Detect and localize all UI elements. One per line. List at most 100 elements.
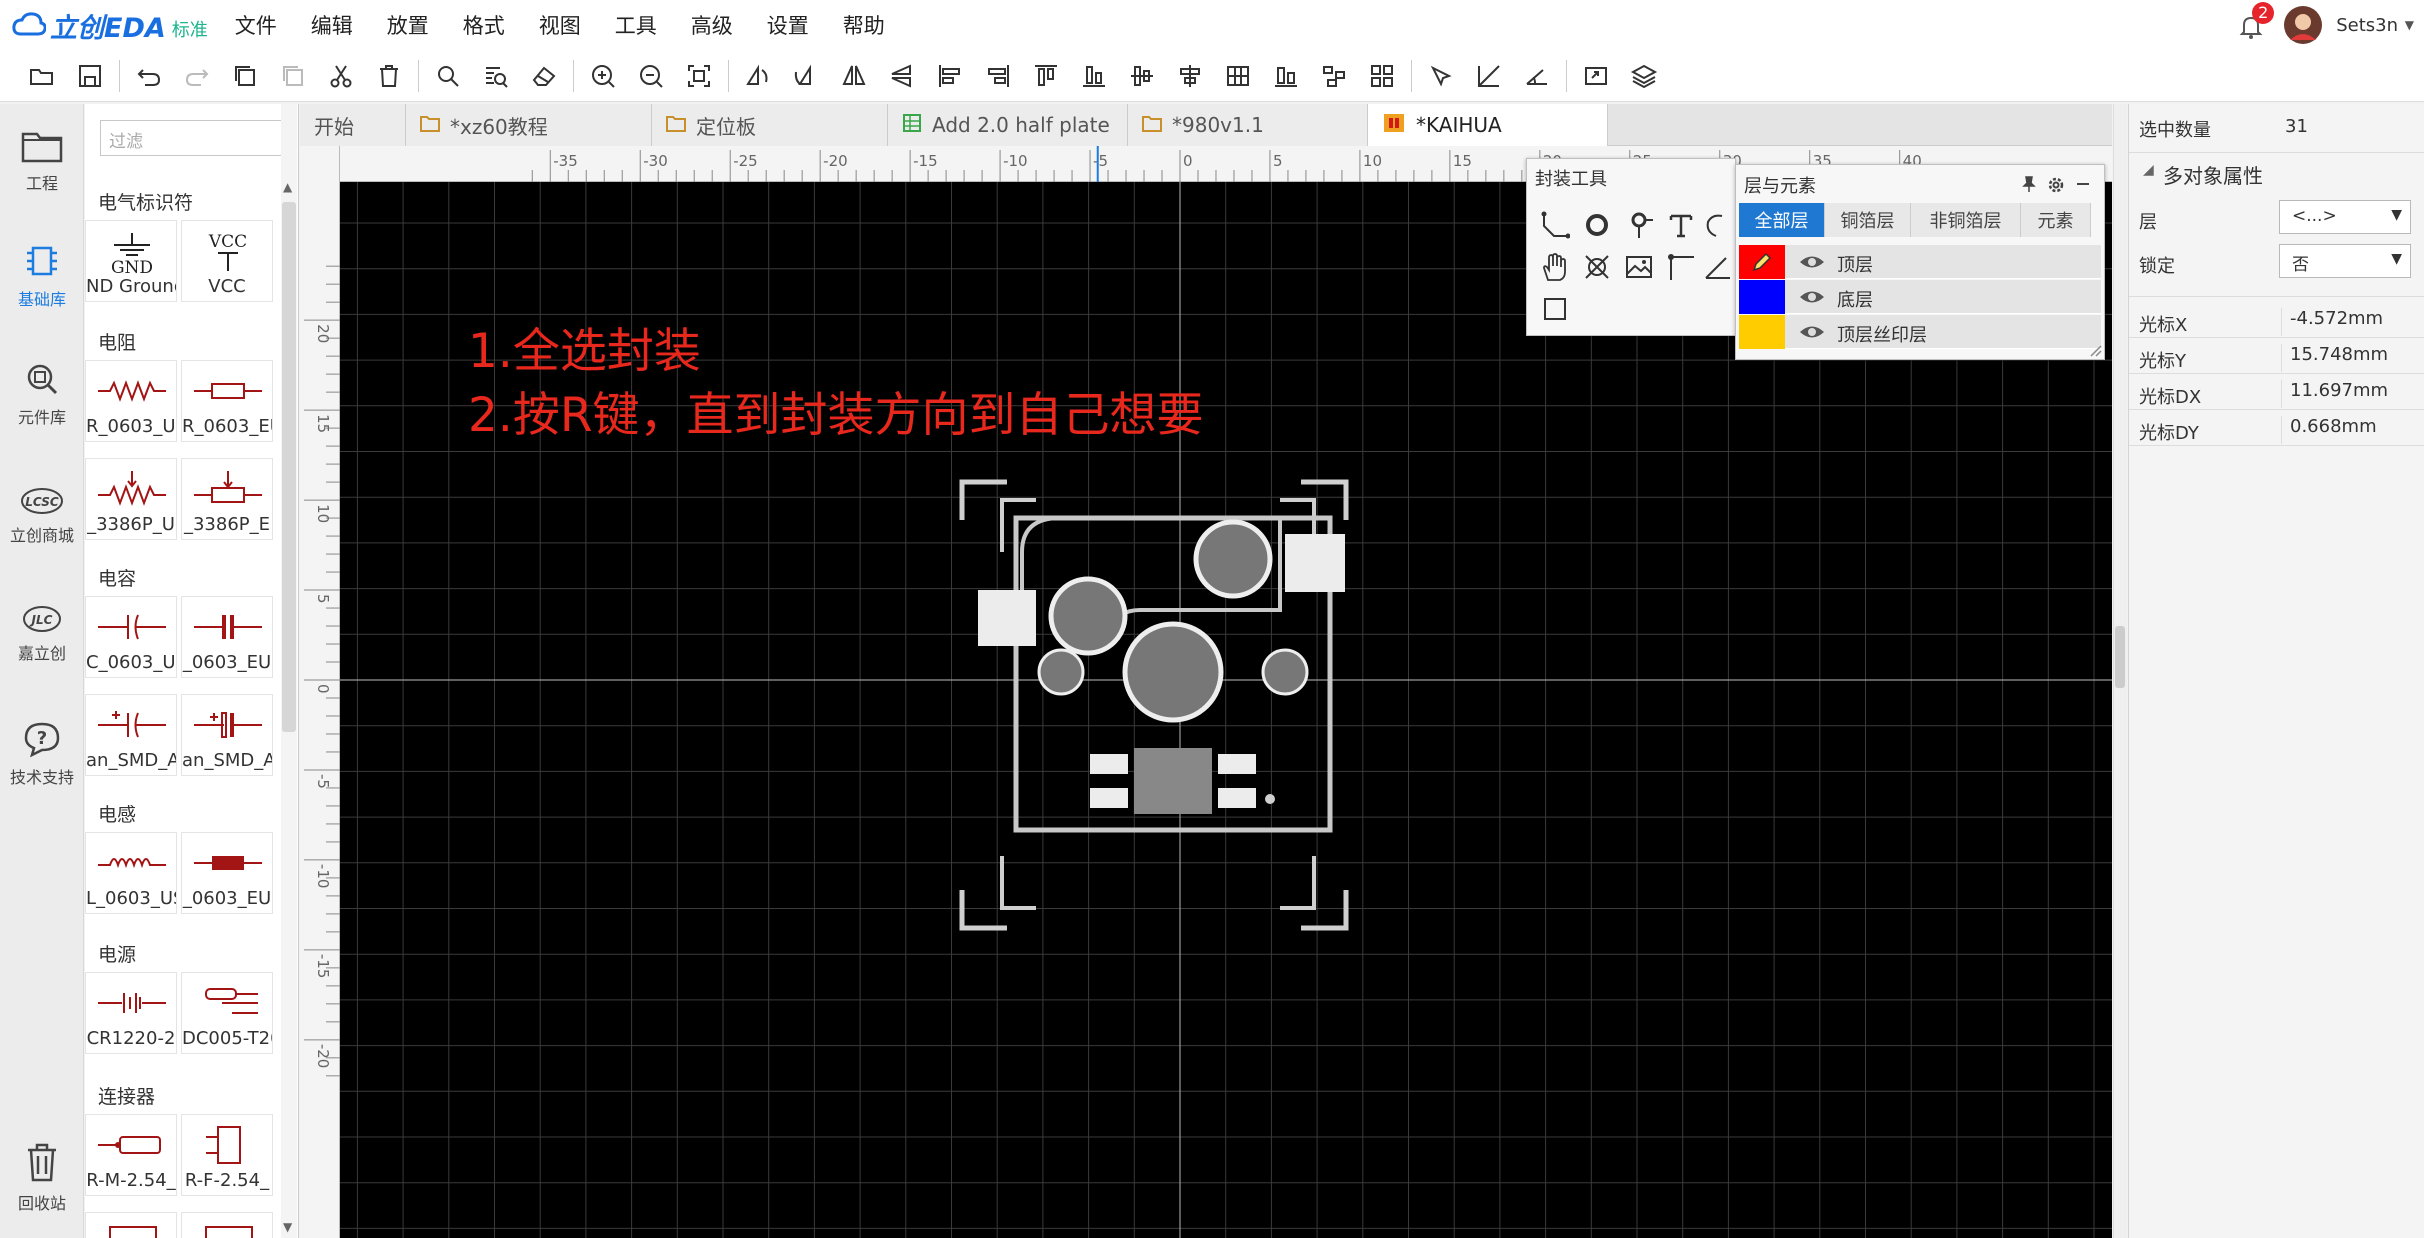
symbol-pot-eu[interactable]: _3386P_E	[181, 458, 273, 540]
nav-basic-library[interactable]: 基础库	[0, 242, 84, 310]
align-center-h-button[interactable]	[1166, 54, 1214, 98]
notification-button[interactable]: 2	[2228, 0, 2278, 50]
lock-select[interactable]: 否 ▼	[2279, 244, 2411, 278]
symbol-header-male[interactable]: R-M-2.54_	[85, 1114, 177, 1196]
nav-project[interactable]: 工程	[0, 126, 84, 194]
menu-file[interactable]: 文件	[218, 10, 294, 40]
pen-button[interactable]	[1417, 54, 1465, 98]
measure-button[interactable]	[1465, 54, 1513, 98]
grid-button[interactable]	[1358, 54, 1406, 98]
layer-select[interactable]: <...> ▼	[2279, 200, 2411, 234]
symbol-inductor-us[interactable]: L_0603_US	[85, 832, 177, 914]
rectangle-tool[interactable]	[1539, 293, 1571, 325]
symbol-battery[interactable]: CR1220-2	[85, 972, 177, 1054]
layer-row-top-silkscreen[interactable]: 顶层丝印层	[1739, 315, 2101, 349]
scroll-up-icon[interactable]: ▲	[283, 180, 292, 194]
rotate-left-button[interactable]	[734, 54, 782, 98]
open-button[interactable]	[18, 54, 66, 98]
distribute-v-button[interactable]	[1262, 54, 1310, 98]
fit-button[interactable]	[675, 54, 723, 98]
layer-row-top[interactable]: 顶层	[1739, 245, 2101, 279]
menu-edit[interactable]: 编辑	[294, 10, 370, 40]
symbol-capacitor-us[interactable]: C_0603_US	[85, 596, 177, 678]
tab-copper-layers[interactable]: 铜箔层	[1825, 203, 1911, 237]
resize-handle-icon[interactable]	[2086, 341, 2102, 357]
tab-half-plate[interactable]: Add 2.0 half plate	[888, 104, 1128, 146]
angle-tool[interactable]	[1701, 251, 1733, 283]
undo-button[interactable]	[125, 54, 173, 98]
flip-vertical-button[interactable]	[878, 54, 926, 98]
eye-icon[interactable]	[1799, 288, 1825, 306]
align-right-button[interactable]	[974, 54, 1022, 98]
copy-button[interactable]	[221, 54, 269, 98]
distribute-h-button[interactable]	[1214, 54, 1262, 98]
eraser-button[interactable]	[520, 54, 568, 98]
symbol-header-3[interactable]	[181, 1212, 273, 1238]
eye-icon[interactable]	[1799, 253, 1825, 271]
tab-xz60[interactable]: *xz60教程	[406, 104, 652, 146]
zoom-in-button[interactable]	[579, 54, 627, 98]
nav-component-library[interactable]: 元件库	[0, 360, 84, 428]
symbol-tantalum-b[interactable]: an_SMD_A	[181, 694, 273, 776]
arrange-button[interactable]	[1310, 54, 1358, 98]
layer-color-swatch[interactable]	[1739, 315, 1785, 349]
delete-button[interactable]	[365, 54, 413, 98]
menu-format[interactable]: 格式	[446, 10, 522, 40]
symbol-header-female[interactable]: R-F-2.54_	[181, 1114, 273, 1196]
find-button[interactable]	[424, 54, 472, 98]
layer-color-swatch[interactable]	[1739, 245, 1785, 279]
symbol-resistor-us[interactable]: R_0603_US	[85, 360, 177, 442]
align-center-v-button[interactable]	[1118, 54, 1166, 98]
rotate-right-button[interactable]	[782, 54, 830, 98]
layer-color-swatch[interactable]	[1739, 280, 1785, 314]
via-tool[interactable]	[1623, 209, 1655, 241]
find-similar-button[interactable]	[472, 54, 520, 98]
symbol-pot-us[interactable]: _3386P_U	[85, 458, 177, 540]
line-tool[interactable]	[1665, 251, 1697, 283]
tab-elements[interactable]: 元素	[2021, 203, 2091, 237]
cut-button[interactable]	[317, 54, 365, 98]
symbol-dc-jack[interactable]: DC005-T20	[181, 972, 273, 1054]
menu-view[interactable]: 视图	[522, 10, 598, 40]
filter-input[interactable]: 过滤	[100, 120, 285, 156]
save-button[interactable]	[66, 54, 114, 98]
symbol-capacitor-eu[interactable]: _0603_EU	[181, 596, 273, 678]
symbol-header-2[interactable]	[85, 1212, 177, 1238]
tab-980v1[interactable]: *980v1.1	[1128, 104, 1368, 146]
pin-icon[interactable]	[2020, 175, 2038, 193]
tab-non-copper-layers[interactable]: 非铜箔层	[1911, 203, 2021, 237]
hole-tool[interactable]	[1581, 251, 1613, 283]
gear-icon[interactable]	[2046, 175, 2066, 195]
menu-advanced[interactable]: 高级	[674, 10, 750, 40]
pad-tool[interactable]	[1581, 209, 1613, 241]
pan-tool[interactable]	[1539, 251, 1571, 283]
paste-button[interactable]	[269, 54, 317, 98]
collapse-icon[interactable]: ◢	[2143, 162, 2154, 178]
collapse-handle[interactable]	[2115, 626, 2125, 688]
app-logo[interactable]: 立创EDA 标准	[12, 6, 208, 45]
menu-place[interactable]: 放置	[370, 10, 446, 40]
tab-positioning-plate[interactable]: 定位板	[652, 104, 888, 146]
avatar[interactable]	[2284, 6, 2323, 44]
scroll-down-icon[interactable]: ▼	[283, 1220, 292, 1234]
track-tool[interactable]	[1539, 209, 1571, 241]
symbol-inductor-eu[interactable]: _0603_EU	[181, 832, 273, 914]
symbol-tantalum-a[interactable]: an_SMD_A	[85, 694, 177, 776]
arc-tool[interactable]	[1701, 209, 1733, 241]
minimize-icon[interactable]	[2074, 175, 2092, 193]
nav-support[interactable]: ? 技术支持	[0, 718, 84, 788]
canvas-scrollbar[interactable]	[2113, 104, 2127, 1238]
menu-help[interactable]: 帮助	[826, 10, 902, 40]
zoom-out-button[interactable]	[627, 54, 675, 98]
symbol-vcc[interactable]: VCC VCC	[181, 220, 273, 302]
redo-button[interactable]	[173, 54, 221, 98]
tab-kaihua[interactable]: *KAIHUA	[1368, 104, 1608, 146]
tab-all-layers[interactable]: 全部层	[1739, 203, 1825, 237]
measure-angle-button[interactable]	[1513, 54, 1561, 98]
username[interactable]: Sets3n	[2336, 15, 2398, 36]
align-bottom-button[interactable]	[1070, 54, 1118, 98]
nav-jlc[interactable]: JLC 嘉立创	[0, 604, 84, 664]
flip-horizontal-button[interactable]	[830, 54, 878, 98]
eye-icon[interactable]	[1799, 323, 1825, 341]
user-chevron-icon[interactable]: ▼	[2405, 18, 2414, 32]
